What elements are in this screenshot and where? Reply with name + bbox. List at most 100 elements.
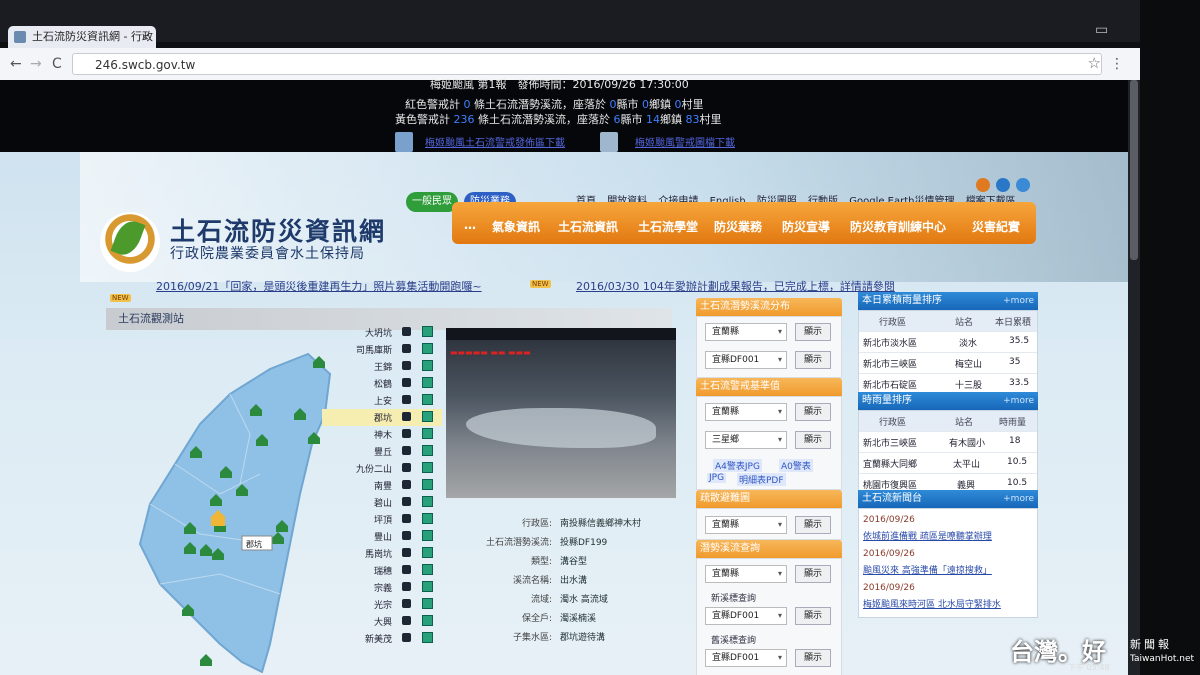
new-stream-select[interactable]: 宜縣DF001: [705, 607, 787, 625]
reload-icon[interactable]: C: [52, 56, 62, 72]
station-row[interactable]: 九份二山: [322, 460, 442, 477]
station-row[interactable]: 王錦: [322, 358, 442, 375]
browser-menu-icon[interactable]: ⋮: [1110, 56, 1124, 72]
stream-select[interactable]: 宜縣DF001: [705, 351, 787, 369]
station-row[interactable]: 大興: [322, 613, 442, 630]
camera-icon: [402, 446, 411, 455]
jpg-link[interactable]: JPG: [707, 473, 727, 483]
bookmark-star-icon[interactable]: ☆: [1088, 52, 1101, 74]
station-row[interactable]: 神木: [322, 426, 442, 443]
more-link[interactable]: +more: [1003, 292, 1034, 310]
notice-links: 梅姬颱風土石流警戒發佈區下載 梅姬颱風警戒圖檔下載: [395, 132, 775, 154]
station-camera-image[interactable]: ▬▬▬▬▬ ▬▬ ▬▬▬: [446, 328, 676, 498]
station-row[interactable]: 新美茂: [322, 630, 442, 647]
info-value: 南投縣信義鄉神木村: [560, 519, 642, 529]
station-row[interactable]: 瑞穗: [322, 562, 442, 579]
show-button[interactable]: 顯示: [795, 565, 831, 583]
station-row[interactable]: 碧山: [322, 494, 442, 511]
chart-icon: [422, 428, 433, 439]
stream-distribution-header: 土石流潛勢溪流分布: [696, 298, 842, 316]
show-button[interactable]: 顯示: [795, 649, 831, 667]
nav-item[interactable]: …: [464, 218, 476, 232]
marquee-link-1[interactable]: 2016/09/21「回家，是頭災後重建再生力」照片募集活動開跑囉~: [156, 278, 482, 294]
public-pill-button[interactable]: 一般民眾: [406, 192, 458, 212]
station-row[interactable]: 松鶴: [322, 375, 442, 392]
main-navigation: … 氣象資訊 土石流資訊 土石流學堂 防災業務 防災宣導 防災教育訓練中心 災害…: [452, 202, 1036, 244]
taiwan-station-map[interactable]: 郡坑: [130, 344, 340, 674]
station-row-selected[interactable]: 郡坑: [322, 409, 442, 426]
document-icon[interactable]: [600, 132, 618, 152]
page-scrollbar[interactable]: [1128, 80, 1140, 675]
pdf-link[interactable]: 明細表PDF: [737, 473, 786, 486]
back-icon[interactable]: ←: [10, 56, 22, 72]
station-row[interactable]: 豐丘: [322, 443, 442, 460]
more-link[interactable]: +more: [1003, 490, 1034, 508]
nav-item-school[interactable]: 土石流學堂: [638, 218, 698, 235]
table-row[interactable]: 新北市三峽區 有木國小 18: [859, 432, 1037, 453]
kml-file-icon[interactable]: [395, 132, 413, 152]
chart-icon: [422, 360, 433, 371]
new-tab-icon[interactable]: ▭: [1095, 22, 1108, 38]
nav-item-promotion[interactable]: 防災宣導: [782, 218, 830, 235]
more-link[interactable]: +more: [1003, 392, 1034, 410]
station-row[interactable]: 馬崗坑: [322, 545, 442, 562]
table-row[interactable]: 宜蘭縣大同鄉 太平山 10.5: [859, 453, 1037, 474]
show-button[interactable]: 顯示: [795, 351, 831, 369]
nav-item-training-center[interactable]: 防災教育訓練中心: [850, 218, 946, 235]
table-row[interactable]: 新北市三峽區 梅空山 35: [859, 353, 1037, 374]
yellow-alert-line: 黃色警戒計 236 條土石流潛勢溪流，座落於 6縣市 14鄉鎮 83村里: [395, 113, 722, 126]
news-date: 2016/09/26: [863, 583, 915, 593]
camera-icon: [402, 548, 411, 557]
station-row[interactable]: 司馬庫斯: [322, 341, 442, 358]
rss-icon[interactable]: [976, 178, 990, 192]
township-select[interactable]: 三星鄉: [705, 431, 787, 449]
notice-download-link-1[interactable]: 梅姬颱風土石流警戒發佈區下載: [425, 134, 565, 149]
web-page: 土石流防災資訊網 行政院農業委員會水土保持局 一般民眾 防災業務 首頁 開放資料…: [0, 152, 1128, 675]
county-select[interactable]: 宜蘭縣: [705, 516, 787, 534]
nav-item-records[interactable]: 災害紀實: [972, 218, 1020, 235]
station-row[interactable]: 大坍坑: [322, 324, 442, 341]
county-select[interactable]: 宜蘭縣: [705, 403, 787, 421]
evacuation-map-panel: 宜蘭縣 顯示: [696, 508, 842, 540]
station-row[interactable]: 光宗: [322, 596, 442, 613]
show-button[interactable]: 顯示: [795, 516, 831, 534]
a4-jpg-link[interactable]: A4警表JPG: [713, 459, 762, 472]
chart-icon: [422, 581, 433, 592]
camera-icon: [402, 531, 411, 540]
nav-item-debris-info[interactable]: 土石流資訊: [558, 218, 618, 235]
table-header-row: 行政區 站名 本日累積: [859, 311, 1037, 332]
old-stream-select[interactable]: 宜縣DF001: [705, 649, 787, 667]
show-button[interactable]: 顯示: [795, 403, 831, 421]
station-row[interactable]: 坪頂: [322, 511, 442, 528]
site-logo[interactable]: [100, 212, 160, 272]
red-alert-line: 紅色警戒計 0 條土石流潛勢溪流，座落於 0縣市 0鄉鎮 0村里: [405, 98, 704, 111]
station-row[interactable]: 豐山: [322, 528, 442, 545]
county-select[interactable]: 宜蘭縣: [705, 565, 787, 583]
scrollbar-thumb[interactable]: [1130, 80, 1138, 260]
table-row[interactable]: 新北市淡水區 淡水 35.5: [859, 332, 1037, 353]
notice-download-link-2[interactable]: 梅姬颱風警戒圖檔下載: [635, 134, 735, 149]
info-value: 出水溝: [560, 576, 588, 586]
nav-item-weather[interactable]: 氣象資訊: [492, 218, 540, 235]
show-button[interactable]: 顯示: [795, 323, 831, 341]
chart-icon: [422, 343, 433, 354]
close-icon[interactable]: ×: [141, 26, 150, 48]
marquee-link-2[interactable]: 2016/03/30 104年愛辦計劃成果報告，已完成上標，詳情請參閱: [576, 278, 895, 294]
news-link[interactable]: 颱風災來 高強準備「遠掠搜救」: [863, 563, 992, 576]
news-link[interactable]: 依城前進備戰 疏區是嘹聽掌辦理: [863, 529, 992, 542]
station-row[interactable]: 南豐: [322, 477, 442, 494]
chart-icon: [422, 530, 433, 541]
address-bar[interactable]: 246.swcb.gov.tw ☆: [72, 53, 1102, 75]
nav-item-disaster-business[interactable]: 防災業務: [714, 218, 762, 235]
station-row[interactable]: 上安: [322, 392, 442, 409]
show-button[interactable]: 顯示: [795, 607, 831, 625]
show-button[interactable]: 顯示: [795, 431, 831, 449]
browser-tab[interactable]: 土石流防災資訊網 - 行政 ×: [8, 26, 156, 48]
news-link[interactable]: 梅姬颱風來時河區 北水局守緊排水: [863, 597, 1001, 610]
share-icon[interactable]: [996, 178, 1010, 192]
forward-icon[interactable]: →: [30, 56, 42, 72]
county-select[interactable]: 宜蘭縣: [705, 323, 787, 341]
settings-icon[interactable]: [1016, 178, 1030, 192]
a0-link[interactable]: A0警表: [779, 459, 813, 472]
station-row[interactable]: 宗義: [322, 579, 442, 596]
